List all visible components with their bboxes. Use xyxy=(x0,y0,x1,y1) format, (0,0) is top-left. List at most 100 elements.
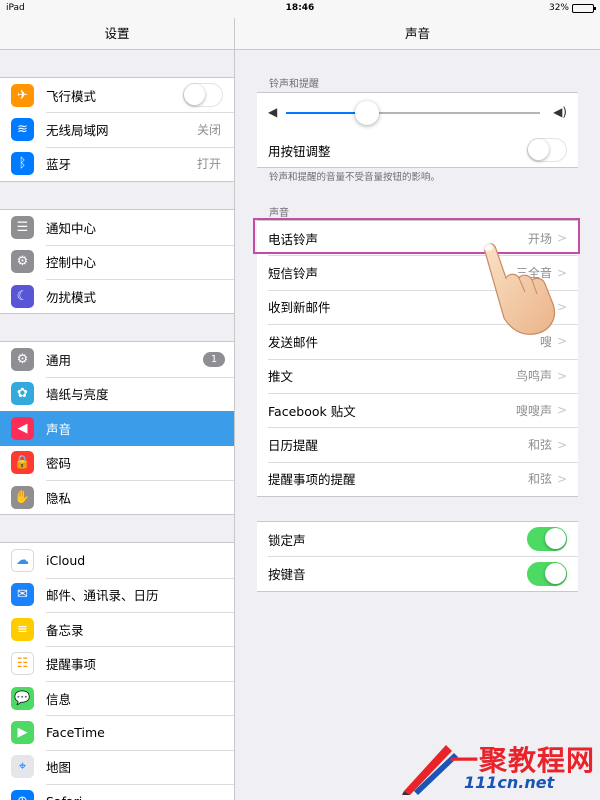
sidebar-item[interactable]: ᛒ 蓝牙 打开 xyxy=(0,146,234,181)
sidebar-item[interactable]: ⊕ Safari xyxy=(0,784,234,800)
status-bar: iPad 18:46 32% xyxy=(0,0,600,18)
wifi-icon: ≋ xyxy=(11,118,34,142)
sidebar-item-label: 蓝牙 xyxy=(46,157,72,173)
airplane-mode-toggle[interactable] xyxy=(183,83,223,108)
sidebar-item[interactable]: ☰ 通知中心 xyxy=(0,210,234,244)
sidebar-item-label: 通用 xyxy=(46,353,72,369)
flower-icon: ✿ xyxy=(11,382,34,406)
speaker-icon: ◀ xyxy=(11,416,34,440)
sidebar-item[interactable]: ▶ FaceTime xyxy=(0,715,234,749)
sound-row-label: 推文 xyxy=(268,369,294,385)
sidebar-item-label: 地图 xyxy=(46,760,72,776)
sound-row-label: 提醒事项的提醒 xyxy=(268,472,356,488)
sound-row[interactable]: 推文 鸟鸣声 > xyxy=(257,358,578,393)
toggle-switch[interactable] xyxy=(527,561,567,586)
ringer-section-footer: 铃声和提醒的音量不受音量按钮的影响。 xyxy=(269,172,441,183)
sidebar-item-label: 隐私 xyxy=(46,490,72,506)
notes-icon: ≡ xyxy=(11,617,34,641)
toggle-switch[interactable] xyxy=(527,527,567,552)
toggle-row-label: 锁定声 xyxy=(268,532,306,548)
battery-icon xyxy=(572,3,596,13)
speaker-low-icon: ◀ xyxy=(268,105,278,119)
sidebar-item[interactable]: ◀ 声音 xyxy=(0,411,234,446)
watermark-url: 111cn.net xyxy=(464,773,555,792)
update-badge: 1 xyxy=(203,352,225,368)
control-center-icon: ⚙ xyxy=(11,250,34,274)
airplane-icon: ✈ xyxy=(11,83,34,107)
sidebar-item[interactable]: ☾ 勿扰模式 xyxy=(0,278,234,313)
sidebar-item[interactable]: ≋ 无线局域网 关闭 xyxy=(0,112,234,146)
ringer-group: ◀ ◀) 用按钮调整 xyxy=(257,92,578,169)
sidebar-item-label: 备忘录 xyxy=(46,622,84,638)
volume-slider-row: ◀ ◀) xyxy=(257,93,578,133)
pointing-hand-icon xyxy=(483,243,555,335)
moon-icon: ☾ xyxy=(11,284,34,308)
sound-row-label: Facebook 贴文 xyxy=(268,403,356,419)
battery-status: 32% xyxy=(549,3,596,13)
sidebar-item-label: 信息 xyxy=(46,691,72,707)
sidebar-item[interactable]: 💬 信息 xyxy=(0,680,234,715)
volume-slider[interactable] xyxy=(286,112,540,114)
cloud-icon: ☁ xyxy=(11,548,34,572)
sound-row-value: 和弦 xyxy=(527,438,552,453)
chevron-right-icon: > xyxy=(556,471,567,486)
messages-icon: 💬 xyxy=(11,686,34,710)
sidebar-group: ☁ iCloud ✉ 邮件、通讯录、日历 ≡ 备忘录 ☷ 提醒事项 💬 信息 ▶ FaceTime ⌖ 地… xyxy=(0,542,234,800)
sounds-detail-pane: 声音 铃声和提醒 ◀ ◀) 用按钮调整 铃声和提醒的音量不受音量按钮的影响。 声… xyxy=(235,18,600,800)
sound-row[interactable]: 日历提醒 和弦 > xyxy=(257,427,578,461)
sound-row-label: 发送邮件 xyxy=(268,334,319,350)
chevron-right-icon: > xyxy=(556,437,567,452)
change-with-buttons-label: 用按钮调整 xyxy=(268,143,331,159)
gear-icon: ⚙ xyxy=(11,348,34,372)
facetime-icon: ▶ xyxy=(11,720,34,744)
change-with-buttons-toggle[interactable] xyxy=(527,138,567,163)
watermark-logo: 一聚教程网 111cn.net xyxy=(400,735,600,797)
sidebar-item-label: 邮件、通讯录、日历 xyxy=(46,588,159,604)
sidebar-item[interactable]: ✋ 隐私 xyxy=(0,479,234,514)
bluetooth-icon: ᛒ xyxy=(11,152,34,176)
sidebar-item-label: 无线局域网 xyxy=(46,123,109,139)
sidebar-item[interactable]: ☷ 提醒事项 xyxy=(0,646,234,680)
sidebar-item-label: 控制中心 xyxy=(46,255,97,271)
sidebar-group: ☰ 通知中心 ⚙ 控制中心 ☾ 勿扰模式 xyxy=(0,209,234,315)
sound-row-value: 鸟鸣声 xyxy=(515,369,552,384)
sidebar-title: 设置 xyxy=(0,18,234,50)
sidebar-item[interactable]: ≡ 备忘录 xyxy=(0,612,234,646)
speaker-high-icon: ◀) xyxy=(553,105,567,119)
notification-center-icon: ☰ xyxy=(11,215,34,239)
sound-row[interactable]: Facebook 贴文 嗖嗖声 > xyxy=(257,392,578,427)
sidebar-item[interactable]: ⚙ 控制中心 xyxy=(0,244,234,279)
mail-icon: ✉ xyxy=(11,583,34,607)
sidebar-item-value: 打开 xyxy=(196,157,221,172)
maps-icon: ⌖ xyxy=(11,755,34,779)
clock: 18:46 xyxy=(285,3,315,13)
sidebar-item[interactable]: ⌖ 地图 xyxy=(0,749,234,784)
toggle-row: 按键音 xyxy=(257,556,578,590)
chevron-right-icon: > xyxy=(556,334,567,349)
sidebar-item[interactable]: ✉ 邮件、通讯录、日历 xyxy=(0,577,234,612)
sidebar-item-label: FaceTime xyxy=(46,724,105,740)
chevron-right-icon: > xyxy=(556,368,567,383)
sidebar-item-label: 声音 xyxy=(46,421,72,437)
change-with-buttons-row: 用按钮调整 xyxy=(257,133,578,167)
hand-icon: ✋ xyxy=(11,485,34,509)
lock-keyboard-toggles-group: 锁定声按键音 xyxy=(257,521,578,592)
sound-row-label: 收到新邮件 xyxy=(268,300,331,316)
sidebar-item[interactable]: ⚙ 通用 1 xyxy=(0,342,234,376)
sounds-section-header: 声音 xyxy=(269,208,289,219)
volume-slider-knob[interactable] xyxy=(355,101,380,125)
sidebar-item[interactable]: ✿ 墙纸与亮度 xyxy=(0,376,234,411)
sidebar-item[interactable]: ☁ iCloud xyxy=(0,543,234,577)
sidebar-item-label: 通知中心 xyxy=(46,220,97,236)
sidebar-item-label: 密码 xyxy=(46,456,72,472)
sound-row[interactable]: 提醒事项的提醒 和弦 > xyxy=(257,461,578,496)
chevron-right-icon: > xyxy=(556,403,567,418)
sidebar-item-label: 勿扰模式 xyxy=(46,289,97,305)
sidebar-item[interactable]: 🔒 密码 xyxy=(0,446,234,480)
reminders-icon: ☷ xyxy=(11,652,34,676)
sidebar-item-label: 提醒事项 xyxy=(46,657,97,673)
sidebar-item-label: Safari xyxy=(46,794,82,800)
sidebar-item[interactable]: ✈ 飞行模式 xyxy=(0,78,234,112)
sidebar-item-label: iCloud xyxy=(46,552,86,568)
settings-sidebar: 设置 ✈ 飞行模式 ≋ 无线局域网 关闭 ᛒ 蓝牙 打开 ☰ 通知中心 ⚙ 控制中心 ☾ 勿扰模式 ⚙ 通用 1… xyxy=(0,18,234,800)
